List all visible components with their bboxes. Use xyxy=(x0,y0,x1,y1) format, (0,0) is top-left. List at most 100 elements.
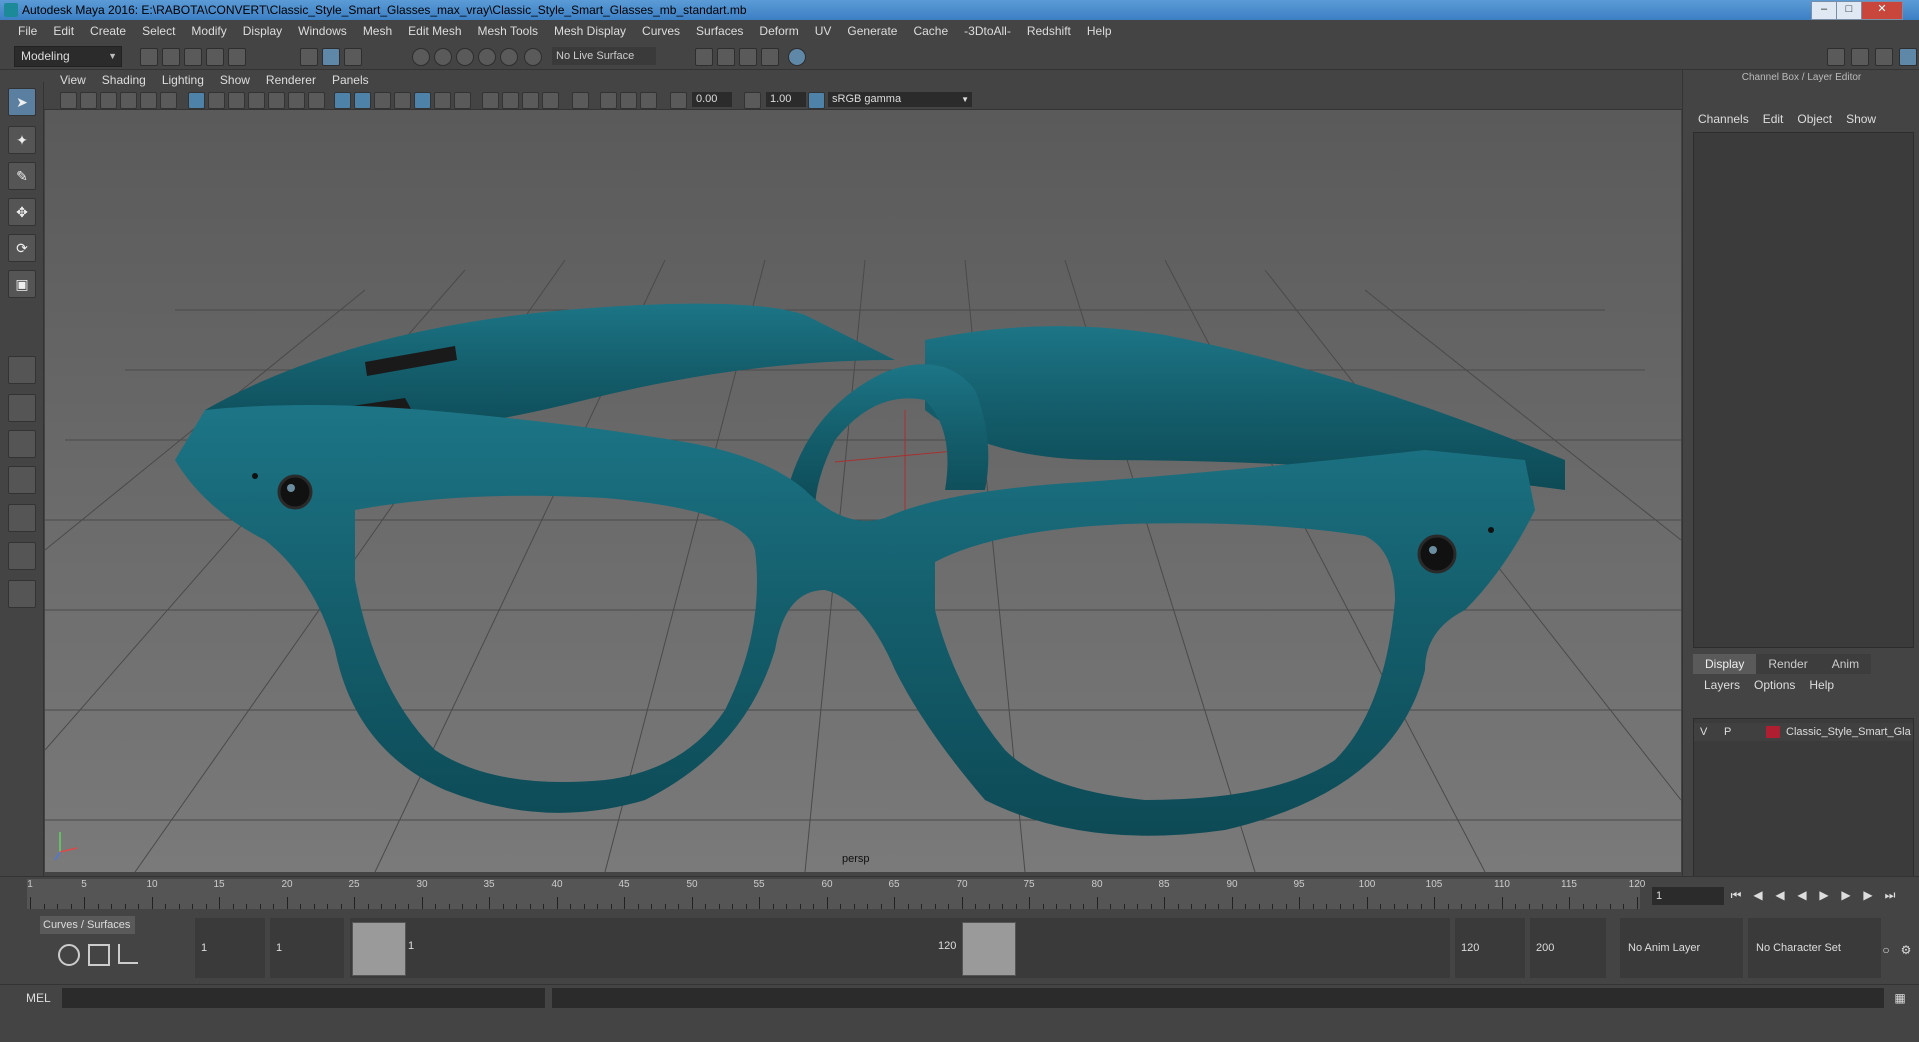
play-backward-icon[interactable]: ◀ xyxy=(1794,887,1810,903)
textured-icon[interactable] xyxy=(394,92,411,109)
ambient-occlusion-icon[interactable] xyxy=(482,92,499,109)
tool-settings-icon[interactable] xyxy=(1875,48,1893,66)
menu-mesh-display[interactable]: Mesh Display xyxy=(546,24,634,38)
depth-of-field-icon[interactable] xyxy=(542,92,559,109)
channel-box-toggle-icon[interactable] xyxy=(1899,48,1917,66)
more-layouts-icon[interactable] xyxy=(8,580,36,608)
field-chart-icon[interactable] xyxy=(268,92,285,109)
attribute-editor-icon[interactable] xyxy=(1851,48,1869,66)
grease-pencil-icon[interactable] xyxy=(160,92,177,109)
render-current-frame-icon[interactable] xyxy=(717,48,735,66)
snap-point-icon[interactable] xyxy=(456,48,474,66)
default-material-icon[interactable] xyxy=(374,92,391,109)
menu-3dtoall[interactable]: -3DtoAll- xyxy=(956,24,1019,38)
channel-box-menu-edit[interactable]: Edit xyxy=(1756,112,1791,126)
snap-view-plane-icon[interactable] xyxy=(478,48,496,66)
grid-toggle-icon[interactable] xyxy=(188,92,205,109)
xray-joints-icon[interactable] xyxy=(600,92,617,109)
time-ruler[interactable]: 1 5 10 15 20 25 30 35 40 45 50 55 60 65 70 75 80 85 90 95 10… xyxy=(27,879,1645,909)
image-plane-icon[interactable] xyxy=(120,92,137,109)
viewport-menu-shading[interactable]: Shading xyxy=(94,73,154,87)
select-by-hierarchy-icon[interactable] xyxy=(300,48,318,66)
viewport-menu-panels[interactable]: Panels xyxy=(324,73,377,87)
play-forward-icon[interactable]: ▶ xyxy=(1816,887,1832,903)
exposure-icon[interactable] xyxy=(670,92,687,109)
render-view-icon[interactable] xyxy=(761,48,779,66)
anim-layer-select[interactable]: No Anim Layer xyxy=(1620,918,1743,978)
select-by-component-icon[interactable] xyxy=(344,48,362,66)
wireframe-icon[interactable] xyxy=(334,92,351,109)
cv-curve-icon[interactable] xyxy=(118,944,138,964)
snap-live-icon[interactable] xyxy=(500,48,518,66)
open-scene-icon[interactable] xyxy=(162,48,180,66)
layer-menu-layers[interactable]: Layers xyxy=(1697,678,1747,692)
go-to-start-icon[interactable]: ⏮ xyxy=(1728,887,1744,903)
auto-key-icon[interactable]: ○ xyxy=(1878,942,1894,958)
step-forward-key-icon[interactable]: ▶ xyxy=(1838,887,1854,903)
perspective-viewport[interactable]: persp xyxy=(45,110,1681,872)
film-gate-icon[interactable] xyxy=(208,92,225,109)
menu-cache[interactable]: Cache xyxy=(905,24,956,38)
make-live-icon[interactable] xyxy=(524,48,542,66)
gamma-icon[interactable] xyxy=(744,92,761,109)
lasso-tool-icon[interactable]: ✦ xyxy=(8,126,36,154)
preferences-icon[interactable]: ⚙ xyxy=(1898,942,1914,958)
step-forward-icon[interactable]: ▶ xyxy=(1860,887,1876,903)
menu-select[interactable]: Select xyxy=(134,24,183,38)
camera-attributes-icon[interactable] xyxy=(80,92,97,109)
paint-select-tool-icon[interactable]: ✎ xyxy=(8,162,36,190)
layer-menu-help[interactable]: Help xyxy=(1802,678,1841,692)
safe-title-icon[interactable] xyxy=(308,92,325,109)
channel-box-area[interactable] xyxy=(1693,132,1914,648)
viewport-menu-lighting[interactable]: Lighting xyxy=(154,73,212,87)
smooth-shade-icon[interactable] xyxy=(354,92,371,109)
select-by-object-icon[interactable] xyxy=(322,48,340,66)
viewport-menu-view[interactable]: View xyxy=(52,73,94,87)
menu-display[interactable]: Display xyxy=(235,24,290,38)
layer-color-swatch[interactable] xyxy=(1766,726,1780,738)
shelf-tab-curves-surfaces[interactable]: Curves / Surfaces xyxy=(40,916,135,934)
tab-display[interactable]: Display xyxy=(1693,654,1757,674)
snap-curve-icon[interactable] xyxy=(434,48,452,66)
four-view-layout-icon[interactable] xyxy=(8,394,36,422)
menu-deform[interactable]: Deform xyxy=(751,24,806,38)
range-start-handle[interactable] xyxy=(352,922,406,976)
minimize-button[interactable]: – xyxy=(1811,1,1837,20)
single-perspective-layout-icon[interactable] xyxy=(8,356,36,384)
anti-aliasing-icon[interactable] xyxy=(522,92,539,109)
view-transform-select[interactable]: sRGB gamma ▼ xyxy=(828,92,972,107)
hypershade-icon[interactable] xyxy=(788,48,806,66)
viewport-menu-renderer[interactable]: Renderer xyxy=(258,73,324,87)
scale-tool-icon[interactable]: ▣ xyxy=(8,270,36,298)
shadows-icon[interactable] xyxy=(454,92,471,109)
ipr-render-icon[interactable] xyxy=(739,48,757,66)
backface-culling-icon[interactable] xyxy=(640,92,657,109)
menu-file[interactable]: File xyxy=(10,24,45,38)
step-back-key-icon[interactable]: ◀ xyxy=(1772,887,1788,903)
animation-end-field[interactable]: 200 xyxy=(1530,918,1606,978)
menu-edit-mesh[interactable]: Edit Mesh xyxy=(400,24,469,38)
modeling-toolkit-icon[interactable] xyxy=(1827,48,1845,66)
range-end-handle[interactable] xyxy=(962,922,1016,976)
undo-icon[interactable] xyxy=(206,48,224,66)
menu-surfaces[interactable]: Surfaces xyxy=(688,24,751,38)
layout-options-icon[interactable] xyxy=(8,542,36,570)
rotate-tool-icon[interactable]: ⟳ xyxy=(8,234,36,262)
menu-generate[interactable]: Generate xyxy=(839,24,905,38)
save-scene-icon[interactable] xyxy=(184,48,202,66)
viewport-menu-show[interactable]: Show xyxy=(212,73,258,87)
close-button[interactable]: ✕ xyxy=(1861,1,1903,20)
safe-action-icon[interactable] xyxy=(288,92,305,109)
step-back-icon[interactable]: ◀ xyxy=(1750,887,1766,903)
gate-mask-icon[interactable] xyxy=(248,92,265,109)
menu-modify[interactable]: Modify xyxy=(183,24,234,38)
menu-uv[interactable]: UV xyxy=(807,24,840,38)
color-management-icon[interactable] xyxy=(808,92,825,109)
menu-mesh-tools[interactable]: Mesh Tools xyxy=(470,24,546,38)
go-to-end-icon[interactable]: ⏭ xyxy=(1882,887,1898,903)
new-scene-icon[interactable] xyxy=(140,48,158,66)
use-all-lights-icon[interactable] xyxy=(434,92,451,109)
move-tool-icon[interactable]: ✥ xyxy=(8,198,36,226)
gamma-field[interactable]: 1.00 xyxy=(766,92,806,107)
layer-playback-toggle[interactable]: P xyxy=(1724,723,1731,741)
